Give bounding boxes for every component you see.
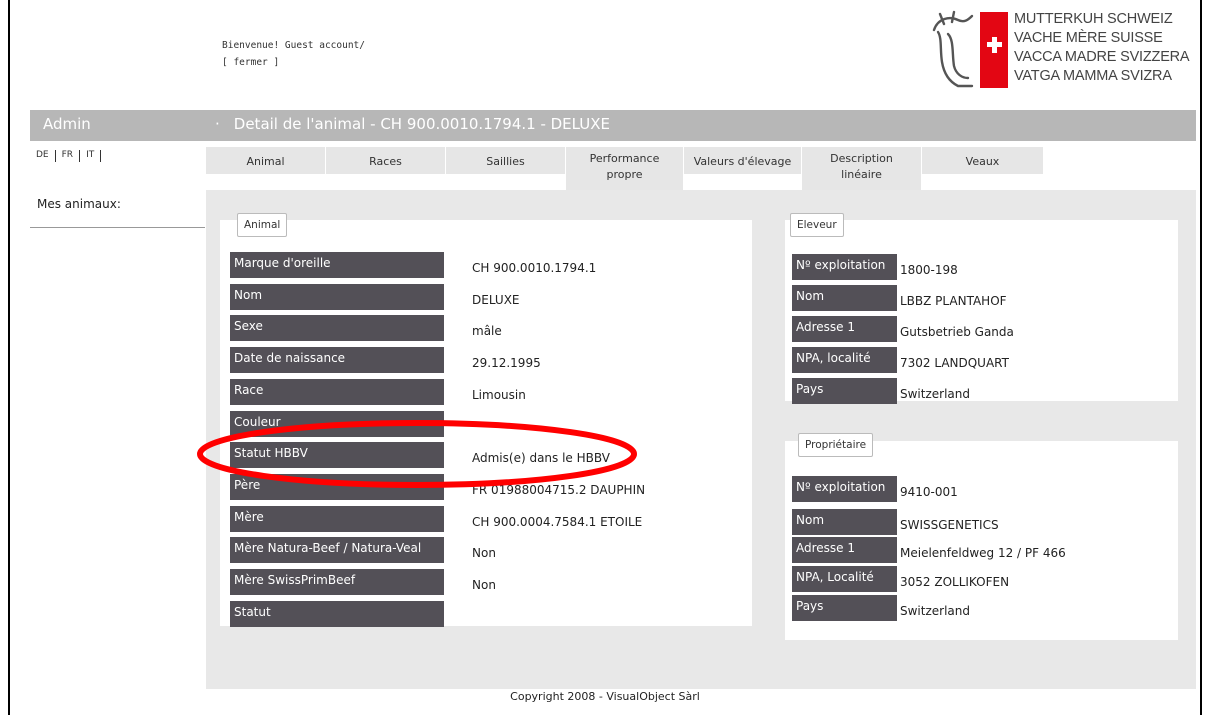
sidebar-my-animals[interactable]: Mes animaux: — [37, 197, 121, 211]
animal-row-label: Marque d'oreille — [230, 252, 444, 278]
welcome-text: Bienvenue! Guest account/ — [222, 40, 365, 51]
tab-performance[interactable]: Performance propre — [566, 147, 684, 190]
breeder-row-label: NPA, localité — [792, 347, 897, 373]
swiss-cross-icon — [980, 12, 1008, 88]
language-it[interactable]: IT — [80, 150, 102, 162]
owner-row: Nom SWISSGENETICS — [792, 509, 1122, 535]
owner-row-value: Switzerland — [900, 604, 970, 618]
page-title: · Detail de l'animal - CH 900.0010.1794.1… — [215, 115, 610, 133]
tab-animal[interactable]: Animal — [206, 147, 326, 174]
breeder-row-value: 7302 LANDQUART — [900, 356, 1009, 370]
animal-row-value: 29.12.1995 — [472, 356, 541, 371]
owner-row-value: 9410-001 — [900, 485, 958, 499]
owner-row-label: Pays — [792, 595, 897, 621]
breeder-row-value: LBBZ PLANTAHOF — [900, 294, 1007, 308]
animal-row: Race Limousin — [230, 378, 560, 405]
animal-row-label: Date de naissance — [230, 347, 444, 374]
animal-row: Mère SwissPrimBeef Non — [230, 569, 560, 595]
animal-row: Date de naissance 29.12.1995 — [230, 347, 560, 374]
owner-row-label: Adresse 1 — [792, 537, 897, 563]
owner-row-value: Meielenfeldweg 12 / PF 466 — [900, 546, 1066, 560]
cow-icon — [932, 10, 974, 88]
animal-row-label: Race — [230, 378, 444, 405]
animal-row-value: CH 900.0004.7584.1 ETOILE — [472, 514, 643, 529]
owner-row-label: NPA, Localité — [792, 566, 897, 592]
breeder-row-value: 1800-198 — [900, 263, 958, 277]
breeder-row: Pays Switzerland — [792, 378, 1122, 404]
sidebar-divider — [30, 227, 205, 228]
title-bar: Admin · Detail de l'animal - CH 900.0010.… — [30, 110, 1196, 141]
tab-linear-description-label: Description linéaire — [830, 152, 893, 181]
page-title-text: Detail de l'animal - CH 900.0010.1794.1 … — [233, 115, 610, 133]
title-bullet: · — [215, 115, 220, 133]
tab-races[interactable]: Races — [326, 147, 446, 174]
language-de[interactable]: DE — [36, 150, 56, 162]
logo-line: VACCA MADRE SVIZZERA — [1014, 49, 1190, 65]
logo-text: MUTTERKUH SCHWEIZ VACHE MÈRE SUISSE VACC… — [1014, 10, 1190, 86]
breeder-row-label: Adresse 1 — [792, 316, 897, 342]
language-switcher: DE FR IT — [36, 150, 102, 162]
animal-row-value: mâle — [472, 324, 502, 339]
language-fr[interactable]: FR — [56, 150, 81, 162]
owner-row: Nº exploitation 9410-001 — [792, 476, 1122, 502]
breeder-row: Adresse 1 Gutsbetrieb Ganda — [792, 316, 1122, 342]
animal-row-value: Non — [472, 546, 496, 561]
owner-row: NPA, Localité 3052 ZOLLIKOFEN — [792, 566, 1122, 592]
admin-title: Admin — [43, 115, 91, 133]
animal-row-label: Mère — [230, 505, 444, 532]
animal-row-value: CH 900.0010.1794.1 — [472, 261, 597, 275]
breeder-row-value: Switzerland — [900, 387, 970, 401]
animal-row-label: Nom — [230, 283, 444, 310]
logo-line: VACHE MÈRE SUISSE — [1014, 30, 1163, 46]
breeder-row: Nº exploitation 1800-198 — [792, 254, 1122, 280]
owner-legend: Propriétaire — [798, 433, 874, 457]
breeder-row: NPA, localité 7302 LANDQUART — [792, 347, 1122, 373]
breeder-row-label: Pays — [792, 378, 897, 404]
owner-row-label: Nom — [792, 509, 897, 535]
animal-row-label: Statut — [230, 600, 444, 627]
breeder-row-label: Nº exploitation — [792, 254, 897, 280]
animal-row: Mère CH 900.0004.7584.1 ETOILE — [230, 505, 642, 532]
breeder-legend: Eleveur — [790, 213, 844, 237]
logo-line: VATGA MAMMA SVIZRA — [1014, 68, 1172, 84]
animal-row-label: Mère SwissPrimBeef — [230, 569, 444, 595]
annotation-ellipse — [197, 420, 637, 488]
breeder-row-value: Gutsbetrieb Ganda — [900, 325, 1014, 339]
logout-link[interactable]: [ fermer ] — [222, 54, 365, 71]
animal-row-value: DELUXE — [472, 292, 520, 307]
animal-row: Marque d'oreille CH 900.0010.1794.1 — [230, 252, 596, 278]
animal-row-value: Non — [472, 578, 496, 592]
animal-legend: Animal — [237, 213, 288, 237]
animal-row: Nom DELUXE — [230, 283, 560, 310]
tab-performance-label: Performance propre — [589, 152, 660, 181]
owner-row-label: Nº exploitation — [792, 476, 897, 502]
animal-row: Sexe mâle — [230, 315, 560, 342]
association-logo: MUTTERKUH SCHWEIZ VACHE MÈRE SUISSE VACC… — [928, 10, 1190, 94]
tab-calves[interactable]: Veaux — [922, 147, 1044, 174]
tab-saillies[interactable]: Saillies — [446, 147, 566, 174]
animal-row-value: Limousin — [472, 387, 526, 402]
breeder-row: Nom LBBZ PLANTAHOF — [792, 285, 1122, 311]
owner-row: Pays Switzerland — [792, 595, 1122, 621]
animal-row-label: Sexe — [230, 315, 444, 342]
animal-row-label: Mère Natura-Beef / Natura-Veal — [230, 537, 444, 564]
owner-row-value: SWISSGENETICS — [900, 518, 999, 532]
animal-row: Statut — [230, 600, 560, 627]
animal-row: Mère Natura-Beef / Natura-Veal Non — [230, 537, 560, 564]
welcome-block: Bienvenue! Guest account/ [ fermer ] — [222, 37, 365, 71]
tab-linear-description[interactable]: Description linéaire — [802, 147, 922, 190]
tab-breeding-values[interactable]: Valeurs d'élevage — [684, 147, 802, 174]
breeder-row-label: Nom — [792, 285, 897, 311]
logo-line: MUTTERKUH SCHWEIZ — [1014, 11, 1173, 27]
owner-row-value: 3052 ZOLLIKOFEN — [900, 575, 1010, 589]
copyright: Copyright 2008 - VisualObject Sàrl — [510, 690, 700, 703]
owner-row: Adresse 1 Meielenfeldweg 12 / PF 466 — [792, 537, 1122, 563]
